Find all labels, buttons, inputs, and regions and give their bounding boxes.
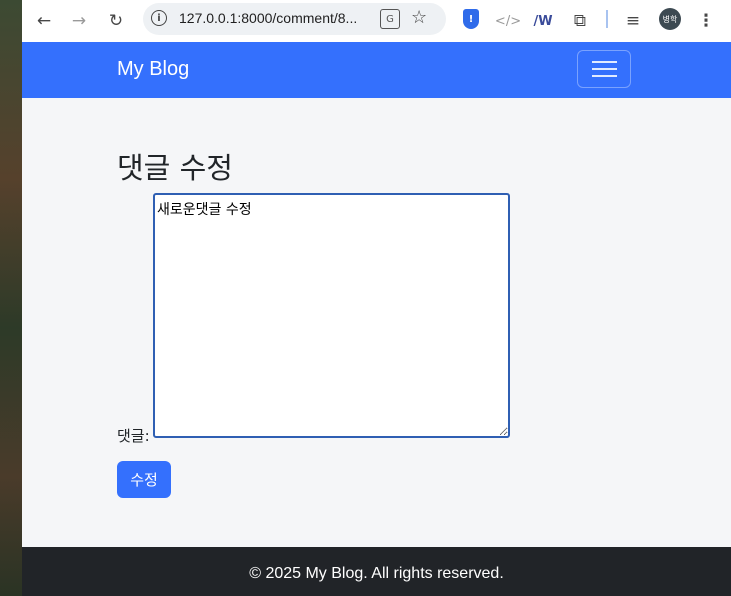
toolbar-divider [606,10,608,28]
browser-toolbar: ← → ↻ i 127.0.0.1:8000/comment/8... G ☆ … [22,0,731,43]
submit-button[interactable]: 수정 [117,461,171,498]
wave-extension-icon[interactable]: /W [530,8,556,34]
page-title: 댓글 수정 [117,151,233,185]
shield-extension-icon[interactable]: ! [463,9,479,29]
site-info-icon[interactable]: i [151,10,167,26]
site-footer: © 2025 My Blog. All rights reserved. [22,547,731,596]
translate-icon[interactable]: G [380,9,400,29]
back-arrow-icon[interactable]: ← [31,8,57,34]
media-queue-icon[interactable]: ≡ [620,8,646,34]
bookmark-star-icon[interactable]: ☆ [411,7,427,28]
reload-icon[interactable]: ↻ [103,8,129,34]
extensions-puzzle-icon[interactable]: ⧉ [567,8,593,34]
profile-initials: 병학 [662,14,678,24]
address-bar[interactable]: i 127.0.0.1:8000/comment/8... G ☆ [143,3,446,35]
url-text[interactable]: 127.0.0.1:8000/comment/8... [179,10,357,26]
forward-arrow-icon[interactable]: → [66,8,92,34]
site-navbar: My Blog [22,42,731,98]
navbar-brand[interactable]: My Blog [117,58,189,81]
comment-label: 댓글: [117,427,150,445]
code-extension-icon[interactable]: </> [495,8,521,34]
more-menu-icon[interactable]: ⋮ [693,8,719,34]
profile-avatar[interactable]: 병학 [659,8,681,30]
browser-window: ← → ↻ i 127.0.0.1:8000/comment/8... G ☆ … [22,0,731,596]
comment-textarea[interactable]: 새로운댓글 수정 [153,193,510,438]
footer-copyright: © 2025 My Blog. All rights reserved. [249,565,504,582]
hamburger-menu-icon[interactable] [577,50,631,88]
desktop-background [0,0,22,596]
